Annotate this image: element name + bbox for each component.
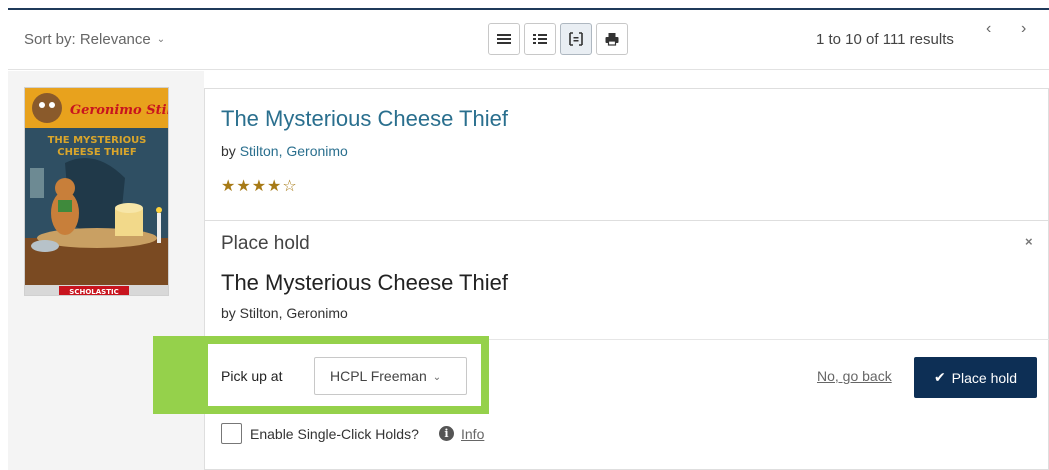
go-back-link[interactable]: No, go back — [817, 368, 892, 384]
expanded-view-button[interactable] — [560, 23, 592, 55]
hold-book-title: The Mysterious Cheese Thief — [221, 270, 508, 295]
close-icon[interactable]: × — [1025, 234, 1033, 249]
chevron-down-icon: ⌄ — [156, 34, 166, 45]
list-details-button[interactable] — [524, 23, 556, 55]
cover-title-line2: CHEESE THIEF — [57, 147, 136, 158]
view-mode-buttons — [488, 23, 628, 55]
sort-label: Sort by: Relevance — [24, 31, 151, 48]
list-view-button[interactable] — [488, 23, 520, 55]
hold-form-divider — [204, 220, 1049, 221]
expanded-view-icon — [569, 32, 583, 46]
list-details-icon — [533, 34, 547, 44]
star-rating: ★★★★☆ — [221, 178, 298, 195]
cover-title-line1: THE MYSTERIOUS — [48, 135, 147, 146]
print-button[interactable] — [596, 23, 628, 55]
results-count: 1 to 10 of 111 results — [816, 31, 954, 48]
next-page-icon[interactable]: › — [1021, 20, 1026, 38]
place-hold-heading: Place hold — [221, 233, 310, 254]
place-hold-label: Place hold — [951, 369, 1018, 386]
checkmark-icon: ✔ — [933, 369, 946, 385]
print-icon — [605, 33, 619, 46]
pickup-location-select[interactable]: HCPL Freeman ⌄ — [314, 357, 467, 395]
book-cover-image[interactable]: Geronimo Stilton THE MYSTERIOUS CHEESE T… — [24, 87, 169, 296]
list-view-icon — [497, 34, 511, 44]
single-click-holds-checkbox[interactable] — [221, 423, 242, 444]
previous-page-icon[interactable]: ‹ — [986, 20, 991, 38]
book-author: by Stilton, Geronimo — [221, 143, 348, 159]
pickup-location-value: HCPL Freeman — [330, 368, 427, 384]
pickup-label: Pick up at — [221, 368, 283, 384]
hold-book-author: by Stilton, Geronimo — [221, 305, 348, 321]
author-prefix: by — [221, 143, 240, 159]
results-toolbar: Sort by: Relevance ⌄ 1 to 10 of 111 resu… — [8, 10, 1049, 70]
single-click-holds-label: Enable Single-Click Holds? — [250, 426, 419, 442]
author-link[interactable]: Stilton, Geronimo — [240, 143, 348, 159]
book-title-link[interactable]: The Mysterious Cheese Thief — [221, 106, 508, 132]
sort-dropdown[interactable]: Sort by: Relevance ⌄ — [24, 31, 165, 48]
chevron-down-icon: ⌄ — [432, 372, 442, 383]
cover-series-text: Geronimo Stilton — [70, 103, 169, 118]
cover-publisher: SCHOLASTIC — [69, 288, 118, 296]
info-link[interactable]: Info — [461, 426, 484, 442]
info-icon: i — [439, 426, 454, 441]
place-hold-button[interactable]: ✔ Place hold — [914, 357, 1037, 398]
